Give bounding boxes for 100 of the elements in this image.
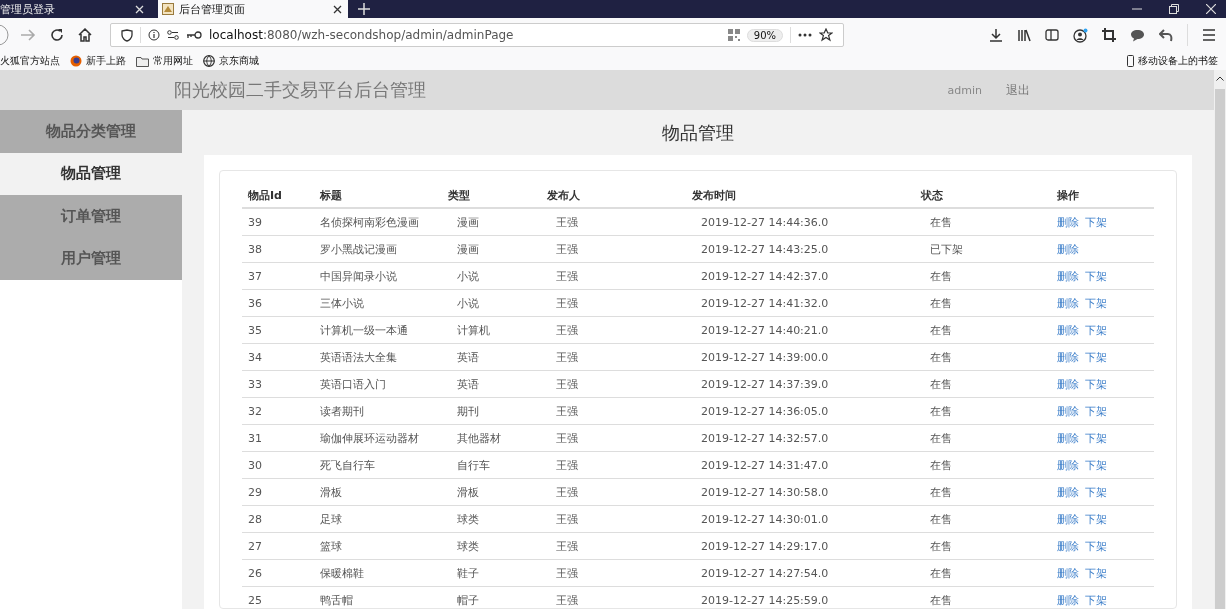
table-cell: 滑板: [320, 485, 342, 499]
table-cell: 在售: [930, 512, 952, 526]
table-cell: 在售: [930, 431, 952, 445]
table-cell: 中国异闻录小说: [320, 269, 397, 283]
bookmark-link[interactable]: 新手上路: [70, 54, 126, 68]
table-cell: 38: [248, 242, 262, 256]
table-cell: 2019-12-27 14:40:21.0: [701, 323, 829, 337]
action-link[interactable]: 删除: [1057, 242, 1079, 256]
menu-icon[interactable]: [1202, 29, 1216, 41]
table-cell: 王强: [556, 593, 578, 607]
action-link[interactable]: 下架: [1085, 458, 1107, 472]
sidebar-item[interactable]: 物品分类管理: [0, 110, 182, 153]
download-icon[interactable]: [989, 28, 1003, 42]
table-cell: 王强: [556, 431, 578, 445]
table-cell: 2019-12-27 14:37:39.0: [701, 377, 829, 391]
action-link[interactable]: 删除: [1057, 593, 1079, 607]
qr-code-icon[interactable]: [727, 29, 740, 41]
table-cell: 自行车: [457, 458, 490, 472]
action-link[interactable]: 下架: [1085, 215, 1107, 229]
table-cell: 2019-12-27 14:31:47.0: [701, 458, 829, 472]
action-link[interactable]: 下架: [1085, 485, 1107, 499]
undo-icon[interactable]: [1159, 28, 1173, 42]
sidebar-item[interactable]: 物品管理: [0, 152, 182, 195]
crop-icon[interactable]: [1102, 28, 1116, 42]
action-link[interactable]: 下架: [1085, 350, 1107, 364]
logout-link[interactable]: 退出: [1006, 81, 1030, 99]
action-link[interactable]: 删除: [1057, 458, 1079, 472]
table-cell: 王强: [556, 296, 578, 310]
table-cell: 36: [248, 296, 262, 310]
address-bar[interactable]: localhost:8080/wzh-secondshop/admin/adminPage 90%: [110, 23, 844, 47]
restore-icon[interactable]: [1169, 4, 1179, 14]
action-link[interactable]: 下架: [1085, 269, 1107, 283]
action-link[interactable]: 删除: [1057, 269, 1079, 283]
bookmark-link[interactable]: 常用网址: [136, 54, 193, 68]
home-icon[interactable]: [78, 28, 92, 42]
table-cell: 帽子: [457, 593, 479, 607]
table-cell: 名侦探柯南彩色漫画: [320, 215, 419, 229]
action-link[interactable]: 删除: [1057, 215, 1079, 229]
account-icon[interactable]: [1073, 27, 1088, 43]
close-icon[interactable]: [333, 4, 342, 14]
action-link[interactable]: 删除: [1057, 539, 1079, 553]
reload-icon[interactable]: [50, 28, 64, 42]
action-link[interactable]: 下架: [1085, 296, 1107, 310]
table-cell: 三体小说: [320, 296, 364, 310]
shield-icon: [121, 28, 133, 42]
table-cell: 王强: [556, 512, 578, 526]
table-cell: 在售: [930, 377, 952, 391]
bookmark-link[interactable]: 京东商城: [203, 54, 259, 68]
table-cell: 2019-12-27 14:30:01.0: [701, 512, 829, 526]
table-cell: 其他器材: [457, 431, 501, 445]
browser-tab[interactable]: 管理员登录: [0, 0, 150, 18]
table-cell: 死飞自行车: [320, 458, 375, 472]
url-text: localhost:8080/wzh-secondshop/admin/adminPage: [209, 28, 514, 42]
sidebar-item[interactable]: 用户管理: [0, 237, 182, 280]
chat-icon[interactable]: [1130, 28, 1145, 42]
table-cell: 鞋子: [457, 566, 479, 580]
new-tab-icon[interactable]: [358, 3, 370, 15]
more-icon[interactable]: [798, 33, 812, 37]
scroll-up-icon[interactable]: [1216, 76, 1224, 81]
library-icon[interactable]: [1017, 28, 1031, 42]
action-link[interactable]: 下架: [1085, 512, 1107, 526]
page-title: 物品管理: [661, 120, 735, 145]
action-link[interactable]: 下架: [1085, 539, 1107, 553]
action-link[interactable]: 删除: [1057, 566, 1079, 580]
table-cell: 计算机一级一本通: [320, 323, 408, 337]
action-link[interactable]: 下架: [1085, 431, 1107, 445]
action-link[interactable]: 下架: [1085, 404, 1107, 418]
action-link[interactable]: 删除: [1057, 377, 1079, 391]
table-cell: 34: [248, 350, 262, 364]
table-cell: 2019-12-27 14:41:32.0: [701, 296, 829, 310]
action-link[interactable]: 删除: [1057, 404, 1079, 418]
action-link[interactable]: 下架: [1085, 323, 1107, 337]
table-cell: 滑板: [457, 485, 479, 499]
scrollbar[interactable]: [1214, 70, 1226, 609]
browser-tab[interactable]: 后台管理页面: [158, 0, 348, 18]
user-link[interactable]: admin: [947, 83, 982, 97]
key-icon: [186, 31, 202, 39]
table-cell: 球类: [457, 539, 479, 553]
action-link[interactable]: 删除: [1057, 350, 1079, 364]
mobile-bookmarks-link[interactable]: 移动设备上的书签: [1127, 54, 1218, 68]
table-cell: 2019-12-27 14:42:37.0: [701, 269, 829, 283]
action-link[interactable]: 删除: [1057, 323, 1079, 337]
bookmark-link[interactable]: 火狐官方站点: [0, 54, 60, 68]
sidebar-icon[interactable]: [1045, 28, 1059, 42]
sidebar-item[interactable]: 订单管理: [0, 195, 182, 238]
star-icon[interactable]: [819, 28, 833, 42]
table-cell: 39: [248, 215, 262, 229]
zoom-level[interactable]: 90%: [746, 28, 783, 42]
action-link[interactable]: 删除: [1057, 431, 1079, 445]
table-cell: 小说: [457, 296, 479, 310]
action-link[interactable]: 下架: [1085, 566, 1107, 580]
action-link[interactable]: 下架: [1085, 593, 1107, 607]
table-cell: 英语口语入门: [320, 377, 386, 391]
table-cell: 2019-12-27 14:30:58.0: [701, 485, 829, 499]
action-link[interactable]: 删除: [1057, 296, 1079, 310]
action-link[interactable]: 下架: [1085, 377, 1107, 391]
table-cell: 2019-12-27 14:44:36.0: [701, 215, 829, 229]
table-cell: 期刊: [457, 404, 479, 418]
action-link[interactable]: 删除: [1057, 512, 1079, 526]
action-link[interactable]: 删除: [1057, 485, 1079, 499]
